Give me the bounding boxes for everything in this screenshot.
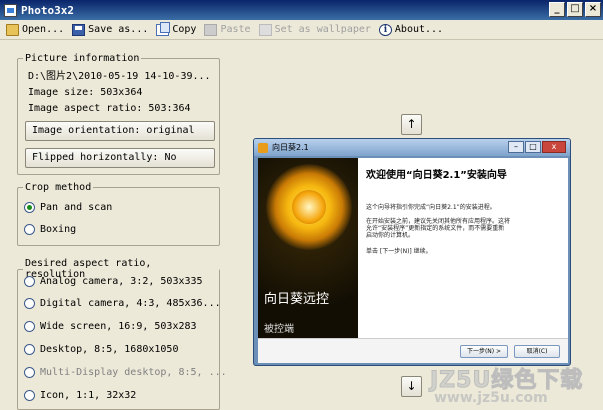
installer-paragraph-3: 单击 [下一步(N)] 继续。 [366, 248, 432, 255]
aspect-digital-camera-radio[interactable]: Digital camera, 4:3, 485x36... [24, 298, 221, 309]
copy-button[interactable]: Copy [156, 21, 197, 36]
sunflower-core-icon [292, 190, 326, 224]
set-wallpaper-label: Set as wallpaper [274, 24, 371, 35]
aspect-multi-display-label: Multi-Display desktop, 8:5, ... [40, 367, 227, 378]
radio-icon [24, 321, 35, 332]
preview-installer-body: 向日葵远控 被控端 欢迎使用“向日葵2.1”安装向导 这个向导将指引你完成“向日… [258, 158, 568, 363]
preview-close-icon: x [542, 141, 566, 153]
radio-icon [24, 224, 35, 235]
picture-information-legend: Picture information [25, 53, 140, 64]
set-wallpaper-button[interactable]: Set as wallpaper [258, 23, 371, 36]
image-aspect-ratio: Image aspect ratio: 503:364 [28, 103, 191, 114]
aspect-icon-label: Icon, 1:1, 32x32 [40, 390, 137, 401]
installer-footer: 下一步(N) > 取消(C) [258, 338, 568, 363]
flip-horizontal-button[interactable]: Flipped horizontally: No [25, 148, 215, 168]
toolbar: Open... Save as... Copy Paste Set as wal… [0, 20, 603, 40]
preview-maximize-icon: □ [525, 141, 541, 153]
aspect-multi-display-radio[interactable]: Multi-Display desktop, 8:5, ... [24, 367, 227, 378]
copy-label: Copy [172, 24, 197, 35]
preview-window-titlebar: 向日葵2.1 – □ x [254, 139, 570, 156]
crop-pan-and-scan-label: Pan and scan [40, 202, 113, 213]
aspect-digital-camera-label: Digital camera, 4:3, 485x36... [40, 298, 221, 309]
watermark-bottom-text: www.jz5u.com [434, 390, 548, 406]
installer-cancel-button: 取消(C) [514, 345, 560, 358]
floppy-icon [72, 23, 86, 36]
image-size: Image size: 503x364 [28, 87, 143, 98]
save-as-label: Save as... [88, 24, 149, 35]
window-title: Photo3x2 [21, 3, 74, 17]
move-up-button[interactable]: ↑ [401, 114, 422, 135]
aspect-icon-radio[interactable]: Icon, 1:1, 32x32 [24, 390, 136, 401]
radio-icon [24, 390, 35, 401]
installer-next-button: 下一步(N) > [460, 345, 508, 358]
paste-label: Paste [220, 24, 251, 35]
minimize-button[interactable]: _ [549, 2, 565, 17]
window-controls: _ □ × [549, 2, 601, 17]
close-button[interactable]: × [585, 2, 601, 17]
preview-window-title: 向日葵2.1 [272, 143, 309, 152]
info-icon: i [378, 23, 392, 36]
app-icon [4, 3, 17, 17]
crop-method-legend: Crop method [25, 182, 92, 193]
radio-icon [24, 276, 35, 287]
crop-boxing-radio[interactable]: Boxing [24, 224, 76, 235]
radio-icon [24, 298, 35, 309]
watermark: JZ5U绿色下载 www.jz5u.com [429, 362, 602, 408]
open-label: Open... [22, 24, 65, 35]
save-as-button[interactable]: Save as... [72, 23, 149, 36]
installer-paragraph-1: 这个向导将指引你完成“向日葵2.1”的安装进程。 [366, 204, 496, 211]
crop-method-group: Crop method [17, 182, 220, 246]
aspect-analog-camera-radio[interactable]: Analog camera, 3:2, 503x335 [24, 276, 203, 287]
installer-banner: 向日葵远控 被控端 [258, 158, 358, 338]
open-button[interactable]: Open... [6, 23, 65, 36]
installer-brand-subtext: 被控端 [264, 324, 294, 335]
crop-pan-and-scan-radio[interactable]: Pan and scan [24, 202, 112, 213]
about-label: About... [394, 24, 444, 35]
installer-heading: 欢迎使用“向日葵2.1”安装向导 [366, 170, 507, 181]
picture-path: D:\图片2\2010-05-19 14-10-39... [28, 71, 211, 82]
aspect-wide-screen-radio[interactable]: Wide screen, 16:9, 503x283 [24, 321, 197, 332]
folder-icon [6, 23, 19, 36]
about-button[interactable]: i About... [378, 23, 444, 36]
picture-preview: 向日葵2.1 – □ x 向日葵远控 被控端 欢迎使用“向日葵2.1”安装向导 … [253, 138, 571, 366]
move-down-button[interactable]: ↓ [401, 376, 422, 397]
radio-selected-icon [24, 202, 35, 213]
image-orientation-button[interactable]: Image orientation: original [25, 121, 215, 141]
paste-button[interactable]: Paste [204, 23, 251, 36]
aspect-desktop-radio[interactable]: Desktop, 8:5, 1680x1050 [24, 344, 178, 355]
copy-icon [156, 21, 171, 36]
aspect-desktop-label: Desktop, 8:5, 1680x1050 [40, 344, 179, 355]
installer-paragraph-2c: 启动你的计算机。 [366, 232, 415, 239]
aspect-wide-screen-label: Wide screen, 16:9, 503x283 [40, 321, 197, 332]
crop-boxing-label: Boxing [40, 224, 77, 235]
clipboard-icon [204, 23, 218, 36]
radio-icon [24, 344, 35, 355]
radio-icon [24, 367, 35, 378]
wallpaper-icon [258, 23, 272, 36]
preview-window-controls: – □ x [508, 141, 566, 153]
preview-minimize-icon: – [508, 141, 524, 153]
sunflower-app-icon [258, 142, 268, 153]
aspect-analog-camera-label: Analog camera, 3:2, 503x335 [40, 276, 203, 287]
title-bar: Photo3x2 _ □ × [0, 0, 603, 20]
installer-brand-text: 向日葵远控 [264, 292, 330, 307]
maximize-button[interactable]: □ [567, 2, 583, 17]
